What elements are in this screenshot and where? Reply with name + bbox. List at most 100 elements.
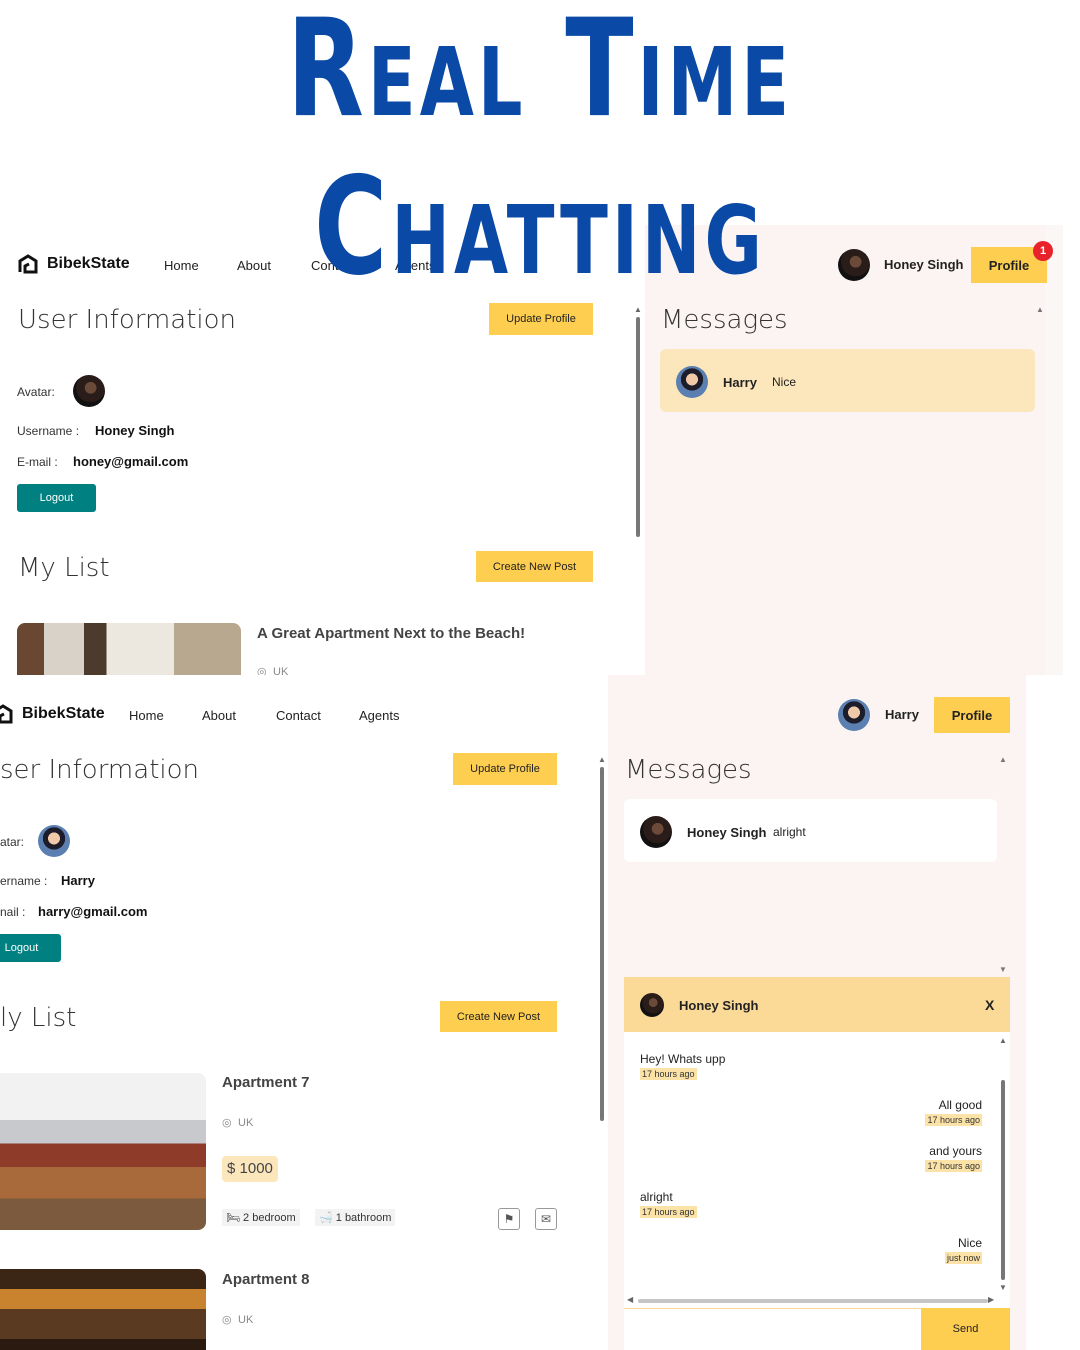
nav-agents[interactable]: Agents <box>359 708 399 723</box>
post-image[interactable] <box>17 623 241 675</box>
user-avatar[interactable] <box>838 699 870 731</box>
messages-heading: Messages <box>625 755 752 785</box>
chat-message-time: 17 hours ago <box>925 1160 982 1172</box>
chat-message-text: alright <box>640 1190 673 1204</box>
username-label: ername : <box>0 874 48 888</box>
update-profile-button[interactable]: Update Profile <box>453 753 557 785</box>
chat-scroll-left-icon[interactable]: ◀ <box>627 1295 633 1304</box>
post-location-icon: ◎ <box>257 666 267 675</box>
banner-title-line2: Chatting <box>314 147 766 306</box>
bathroom-feature: 🛁 1 bathroom <box>315 1209 396 1226</box>
location-icon: ◎ <box>222 1314 232 1326</box>
avatar-label: Avatar: <box>17 385 55 399</box>
logout-button[interactable]: Logout <box>0 934 61 962</box>
logout-label: Logout <box>4 942 39 954</box>
create-post-button[interactable]: Create New Post <box>476 551 593 582</box>
chat-message-time: 17 hours ago <box>925 1114 982 1126</box>
logo-text: BibekState <box>22 705 105 722</box>
chat-scrollbar[interactable] <box>1001 1080 1005 1280</box>
chat-close-button[interactable]: X <box>985 997 994 1013</box>
post-title[interactable]: A Great Apartment Next to the Beach! <box>257 625 525 642</box>
chat-header: Honey Singh X <box>624 977 1010 1032</box>
bottom-screenshot: BibekState Home About Contact Agents Har… <box>0 675 1026 1350</box>
post-location: UK <box>238 1117 254 1129</box>
send-label: Send <box>952 1323 979 1335</box>
location-icon: ◎ <box>222 1117 232 1129</box>
username-value: Honey Singh <box>95 423 175 438</box>
bath-icon: 🛁 <box>319 1212 333 1224</box>
chat-message-time: 17 hours ago <box>640 1068 697 1080</box>
left-scrollbar[interactable] <box>636 317 640 537</box>
chat-message: All good 17 hours ago <box>925 1098 982 1126</box>
message-sender: Harry <box>723 375 757 390</box>
left-scrollbar[interactable] <box>600 767 604 1121</box>
message-avatar <box>676 366 708 398</box>
message-sender: Honey Singh <box>687 825 767 840</box>
profile-button-label: Profile <box>951 707 993 723</box>
logout-label: Logout <box>39 492 74 504</box>
chat-message: alright 17 hours ago <box>640 1190 697 1218</box>
chat-scroll-down-icon[interactable]: ▼ <box>999 1283 1007 1292</box>
email-value: harry@gmail.com <box>38 904 148 919</box>
profile-avatar <box>38 825 70 857</box>
profile-avatar <box>73 375 105 407</box>
create-post-label: Create New Post <box>492 560 577 573</box>
scroll-up-icon[interactable]: ▲ <box>634 305 642 314</box>
message-item[interactable]: Honey Singh alright <box>624 799 997 862</box>
chat-message-text: Nice <box>957 1236 982 1250</box>
chat-message-time: 17 hours ago <box>640 1206 697 1218</box>
post-title[interactable]: Apartment 7 <box>222 1074 310 1091</box>
create-post-label: Create New Post <box>456 1010 541 1023</box>
nav-contact[interactable]: Contact <box>276 708 321 723</box>
bed-icon: 🛏 <box>226 1212 240 1224</box>
create-post-button[interactable]: Create New Post <box>440 1001 557 1032</box>
chat-scroll-right-icon[interactable]: ▶ <box>988 1295 994 1304</box>
chat-scroll-up-icon[interactable]: ▲ <box>999 1036 1007 1045</box>
chat-message: Hey! Whats upp 17 hours ago <box>640 1052 725 1080</box>
my-list-heading: ly List <box>0 1003 77 1033</box>
logout-button[interactable]: Logout <box>17 484 96 512</box>
message-avatar <box>640 816 672 848</box>
message-item[interactable]: Harry Nice <box>660 349 1035 412</box>
post-title[interactable]: Apartment 8 <box>222 1271 310 1288</box>
user-info-heading: ser Information <box>0 755 199 785</box>
messages-scroll-down-icon[interactable]: ▼ <box>999 965 1007 974</box>
avatar-label: atar: <box>0 835 25 849</box>
chat-input[interactable] <box>624 1308 921 1350</box>
chat-avatar <box>640 993 664 1017</box>
chat-message-text: and yours <box>929 1144 982 1158</box>
chat-icon[interactable]: ✉ <box>535 1208 557 1230</box>
bookmark-icon[interactable]: ⚑ <box>498 1208 520 1230</box>
chat-message: Nice just now <box>944 1236 982 1264</box>
profile-button[interactable]: Profile <box>934 697 1010 733</box>
bedroom-feature: 🛏 2 bedroom <box>222 1209 300 1226</box>
logo[interactable]: BibekState <box>0 703 105 725</box>
post-price: $ 1000 <box>222 1156 278 1182</box>
nav-about[interactable]: About <box>202 708 236 723</box>
post-location: UK <box>273 666 289 675</box>
email-value: honey@gmail.com <box>73 454 189 469</box>
email-label: E-mail : <box>17 455 58 469</box>
scroll-up-icon[interactable]: ▲ <box>598 755 606 764</box>
post-image[interactable] <box>0 1073 206 1230</box>
messages-scroll-up-icon[interactable]: ▲ <box>1036 305 1044 314</box>
chat-box: Honey Singh X Hey! Whats upp 17 hours ag… <box>624 977 1010 1350</box>
messages-heading: Messages <box>661 305 788 335</box>
chat-message-time: just now <box>944 1252 982 1264</box>
chat-message-text: Hey! Whats upp <box>640 1052 726 1066</box>
username-label: Username : <box>17 424 80 438</box>
message-preview: Nice <box>772 375 797 389</box>
logo-icon <box>0 704 13 724</box>
email-label: nail : <box>0 905 26 919</box>
post-image[interactable] <box>0 1269 206 1350</box>
bathroom-text: 1 bathroom <box>335 1212 392 1224</box>
nav-home[interactable]: Home <box>129 708 164 723</box>
update-profile-button[interactable]: Update Profile <box>489 303 593 335</box>
send-button[interactable]: Send <box>921 1308 1010 1350</box>
post-location: UK <box>238 1314 254 1326</box>
user-info-heading: User Information <box>18 305 237 335</box>
username-value: Harry <box>61 873 95 888</box>
chat-hscrollbar[interactable] <box>638 1299 988 1303</box>
messages-scroll-up-icon[interactable]: ▲ <box>999 755 1007 764</box>
my-list-heading: My List <box>18 553 110 583</box>
